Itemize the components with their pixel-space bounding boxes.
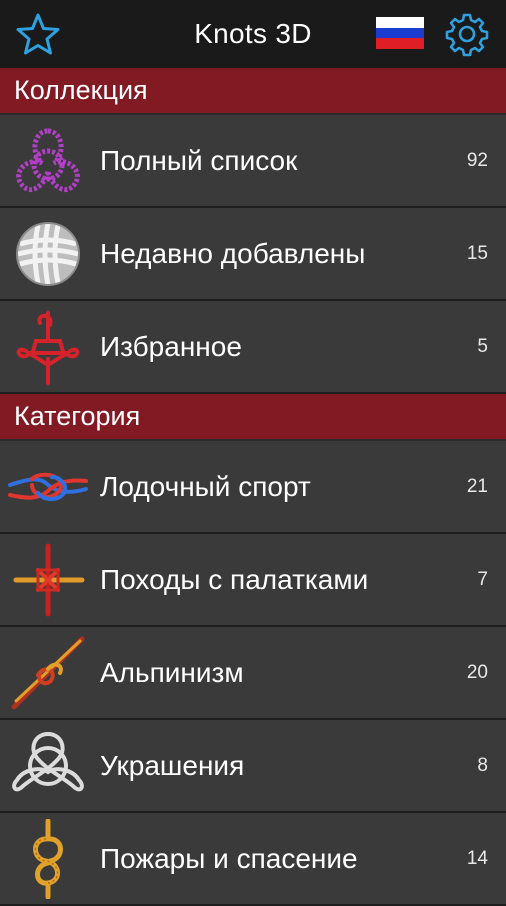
list-item-favorites[interactable]: Избранное 5 <box>0 301 506 394</box>
figure-eight-knot-icon <box>8 818 88 899</box>
list-item-count: 5 <box>477 335 488 357</box>
list-item-count: 21 <box>466 475 488 497</box>
list-item-fire-rescue[interactable]: Пожары и спасение 14 <box>0 813 506 906</box>
list-item-count: 20 <box>466 661 488 683</box>
list-item-count: 14 <box>466 847 488 869</box>
reef-knot-icon <box>8 447 88 527</box>
list-item-climbing[interactable]: Альпинизм 20 <box>0 627 506 720</box>
list-item-camping[interactable]: Походы с палатками 7 <box>0 534 506 627</box>
heart-knot-icon <box>8 307 88 387</box>
list-item-label: Избранное <box>100 330 242 362</box>
list-item-label: Недавно добавлены <box>100 237 366 269</box>
square-lashing-icon <box>8 540 88 620</box>
list-item-boating[interactable]: Лодочный спорт 21 <box>0 441 506 534</box>
list-item-count: 92 <box>466 149 488 171</box>
celtic-knot-icon <box>8 726 88 806</box>
section-collection: Коллекция <box>0 68 506 115</box>
section-category: Категория <box>0 394 506 441</box>
list-item-count: 7 <box>477 568 488 590</box>
list-item-count: 15 <box>466 242 488 264</box>
list-item-recently-added[interactable]: Недавно добавлены 15 <box>0 208 506 301</box>
list-item-full-list[interactable]: Полный список 92 <box>0 115 506 208</box>
monkey-fist-knot-icon <box>8 214 88 294</box>
star-icon[interactable] <box>16 12 60 56</box>
gear-icon[interactable] <box>444 11 490 57</box>
list-item-label: Полный список <box>100 144 298 176</box>
list-item-decorations[interactable]: Украшения 8 <box>0 720 506 813</box>
top-bar: Knots 3D <box>0 0 506 68</box>
list-item-label: Походы с палатками <box>100 563 369 595</box>
list-item-label: Альпинизм <box>100 656 244 688</box>
app-title: Knots 3D <box>194 18 312 49</box>
climbing-knot-icon <box>8 633 88 713</box>
list-item-label: Украшения <box>100 749 245 781</box>
trefoil-knot-icon <box>8 121 88 201</box>
list-item-label: Пожары и спасение <box>100 842 358 874</box>
russian-flag-icon[interactable] <box>376 17 424 49</box>
list-item-count: 8 <box>477 754 488 776</box>
list-item-label: Лодочный спорт <box>100 470 311 502</box>
